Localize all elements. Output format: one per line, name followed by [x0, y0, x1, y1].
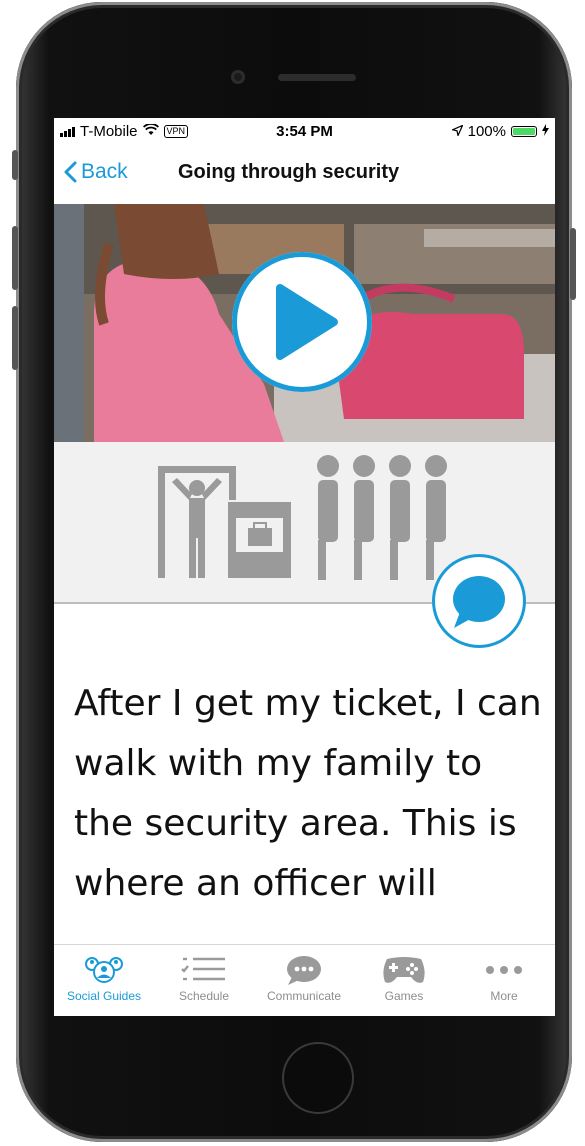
- battery-percent: 100%: [467, 123, 506, 140]
- story-text: After I get my ticket, I can walk with m…: [74, 683, 542, 904]
- play-button[interactable]: [232, 252, 372, 392]
- home-button[interactable]: [282, 1042, 354, 1114]
- tab-communicate[interactable]: Communicate: [254, 949, 354, 1015]
- tab-label: Games: [384, 989, 424, 1003]
- back-label: Back: [81, 160, 128, 183]
- earpiece-speaker: [278, 74, 356, 81]
- tab-games[interactable]: Games: [354, 949, 454, 1015]
- play-icon: [276, 284, 338, 360]
- speak-button[interactable]: [432, 554, 526, 648]
- tab-label: More: [490, 989, 518, 1003]
- more-icon: [486, 966, 522, 974]
- schedule-icon: [181, 957, 225, 981]
- tab-label: Schedule: [178, 989, 230, 1003]
- tab-bar: Social Guides Schedule Communicate Games…: [54, 944, 555, 1016]
- tab-label: Communicate: [266, 989, 342, 1003]
- back-button[interactable]: Back: [64, 160, 128, 184]
- video-thumbnail[interactable]: [54, 204, 555, 442]
- tab-label: Social Guides: [66, 989, 142, 1003]
- power-button: [570, 228, 576, 300]
- social-guides-icon: [85, 957, 123, 983]
- charging-icon: [542, 123, 549, 140]
- app-screen: T-Mobile VPN 3:54 PM 100% Back Going thr…: [54, 118, 555, 1016]
- tab-more[interactable]: More: [454, 949, 554, 1015]
- battery-icon: [511, 126, 537, 137]
- page-title: Going through security: [178, 161, 400, 183]
- status-bar: T-Mobile VPN 3:54 PM 100%: [54, 118, 555, 146]
- front-camera: [231, 70, 245, 84]
- speech-bubble-icon: [453, 576, 505, 628]
- mute-switch: [12, 150, 18, 180]
- volume-down-button: [12, 306, 18, 370]
- chevron-left-icon: [64, 161, 77, 183]
- games-icon: [383, 957, 425, 983]
- tab-schedule[interactable]: Schedule: [154, 949, 254, 1015]
- navigation-bar: Back Going through security: [54, 146, 555, 204]
- communicate-icon: [287, 956, 321, 985]
- tab-social-guides[interactable]: Social Guides: [54, 949, 154, 1015]
- location-arrow-icon: [450, 123, 464, 140]
- volume-up-button: [12, 226, 18, 290]
